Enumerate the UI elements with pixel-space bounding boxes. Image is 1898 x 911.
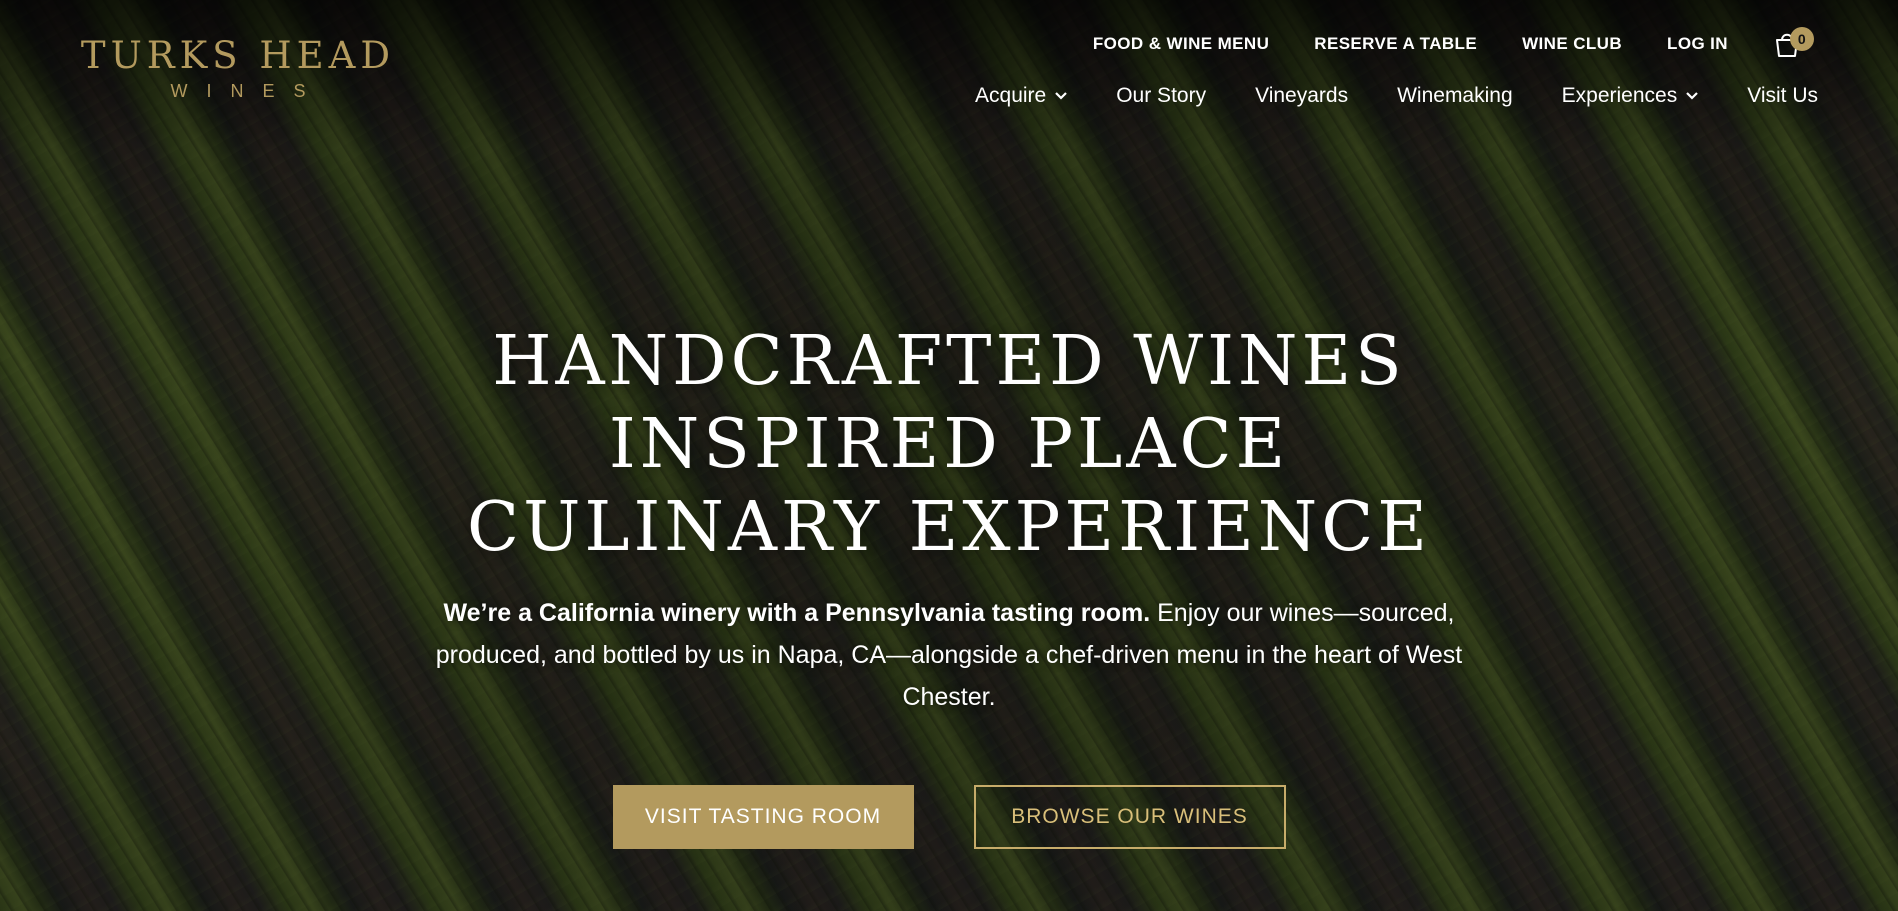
- nav-log-in[interactable]: LOG IN: [1667, 34, 1728, 54]
- hero-headline: HANDCRAFTED WINES INSPIRED PLACE CULINAR…: [0, 320, 1898, 569]
- nav-vineyards[interactable]: Vineyards: [1255, 84, 1348, 108]
- hero-intro: We’re a California winery with a Pennsyl…: [429, 592, 1469, 718]
- site-logo[interactable]: TURKS HEAD WINES: [78, 36, 398, 102]
- nav-wine-club[interactable]: WINE CLUB: [1522, 34, 1622, 54]
- cta-group: VISIT TASTING ROOM BROWSE OUR WINES: [0, 785, 1898, 849]
- intro-bold: We’re a California winery with a Pennsyl…: [443, 599, 1151, 627]
- headline-line-2: INSPIRED PLACE: [608, 405, 1290, 484]
- browse-wines-button[interactable]: BROWSE OUR WINES: [973, 785, 1286, 849]
- nav-acquire[interactable]: Acquire: [975, 84, 1067, 108]
- nav-reserve-table[interactable]: RESERVE A TABLE: [1314, 34, 1477, 54]
- chevron-down-icon: [1055, 92, 1067, 100]
- logo-subtitle: WINES: [170, 81, 325, 101]
- headline-line-3: CULINARY EXPERIENCE: [467, 488, 1431, 567]
- nav-winemaking[interactable]: Winemaking: [1397, 84, 1513, 108]
- nav-experiences-label: Experiences: [1561, 84, 1678, 107]
- chevron-down-icon: [1686, 92, 1698, 100]
- cart-button[interactable]: 0: [1773, 27, 1814, 58]
- hero-section: TURKS HEAD WINES FOOD & WINE MENU RESERV…: [0, 0, 1898, 911]
- headline-line-1: HANDCRAFTED WINES: [492, 322, 1406, 401]
- nav-experiences[interactable]: Experiences: [1562, 84, 1699, 108]
- logo-wordmark: TURKS HEAD: [80, 34, 396, 77]
- nav-acquire-label: Acquire: [975, 84, 1047, 107]
- utility-nav: FOOD & WINE MENU RESERVE A TABLE WINE CL…: [1093, 27, 1814, 58]
- nav-food-wine-menu[interactable]: FOOD & WINE MENU: [1093, 34, 1269, 54]
- visit-tasting-room-button[interactable]: VISIT TASTING ROOM: [612, 785, 914, 849]
- main-nav: Acquire Our Story Vineyards Winemaking E…: [975, 84, 1818, 108]
- nav-visit-us[interactable]: Visit Us: [1747, 84, 1818, 108]
- nav-our-story[interactable]: Our Story: [1116, 84, 1206, 108]
- cart-count-badge: 0: [1790, 27, 1814, 51]
